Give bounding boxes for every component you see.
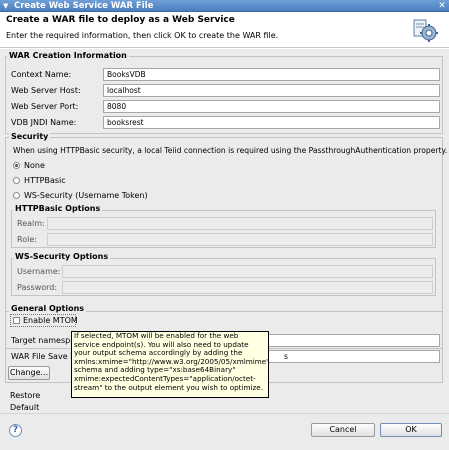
help-icon[interactable]: ?	[9, 424, 22, 437]
window-title: Create Web Service WAR File	[14, 1, 154, 11]
role-label: Role:	[17, 235, 37, 244]
enable-mtom-checkbox[interactable]	[13, 317, 20, 324]
restore-default-button[interactable]: Restore Default	[8, 390, 70, 412]
cancel-button[interactable]: Cancel	[311, 423, 375, 437]
password-field[interactable]	[62, 281, 433, 294]
security-httpbasic-label: HTTPBasic	[24, 176, 66, 185]
window-menu-icon[interactable]: ▼	[3, 0, 8, 12]
ok-button[interactable]: OK	[380, 423, 442, 437]
vdb-jndi-name-field[interactable]: booksrest	[103, 116, 440, 129]
web-server-port-label: Web Server Port:	[11, 102, 79, 111]
context-name-field[interactable]: BooksVDB	[103, 68, 440, 81]
security-none-radio[interactable]	[13, 162, 20, 169]
enable-mtom-label: Enable MTOM	[23, 316, 78, 325]
role-field[interactable]	[47, 233, 433, 246]
window-title-bar: ▼ Create Web Service WAR File ✕	[0, 0, 449, 12]
target-namespace-label: Target namespac	[11, 336, 80, 345]
httpbasic-options-label: HTTPBasic Options	[13, 204, 103, 214]
dialog-footer: ? Cancel OK	[0, 413, 449, 450]
war-save-location-label: WAR File Save L	[11, 352, 75, 361]
war-creation-label: WAR Creation Information	[7, 51, 129, 61]
security-label: Security	[9, 132, 51, 142]
banner-heading: Create a WAR file to deploy as a Web Ser…	[6, 15, 235, 25]
security-none-label: None	[24, 161, 45, 170]
general-options-label: General Options	[9, 304, 87, 314]
web-server-port-field[interactable]: 8080	[103, 100, 440, 113]
change-button[interactable]: Change...	[8, 366, 50, 380]
security-httpbasic-radio[interactable]	[13, 177, 20, 184]
security-wssecurity-radio[interactable]	[13, 192, 20, 199]
banner-description: Enter the required information, then cli…	[6, 31, 279, 40]
username-field[interactable]	[62, 265, 433, 278]
password-label: Password:	[17, 283, 58, 292]
dialog-banner: Create a WAR file to deploy as a Web Ser…	[0, 12, 449, 48]
realm-label: Realm:	[17, 219, 45, 228]
wssecurity-options-label: WS-Security Options	[13, 252, 111, 262]
web-server-host-label: Web Server Host:	[11, 86, 81, 95]
war-file-gear-icon	[413, 19, 438, 42]
vdb-jndi-name-label: VDB JNDI Name:	[11, 118, 77, 127]
security-wssecurity-label: WS-Security (Username Token)	[24, 191, 148, 200]
context-name-label: Context Name:	[11, 70, 72, 79]
realm-field[interactable]	[47, 217, 433, 230]
security-description: When using HTTPBasic security, a local T…	[13, 146, 448, 155]
mtom-tooltip: If selected, MTOM will be enabled for th…	[71, 331, 269, 398]
tooltip-line: stream" to the output element you wish t…	[74, 382, 263, 392]
username-label: Username:	[17, 267, 61, 276]
web-server-host-field[interactable]: localhost	[103, 84, 440, 97]
close-icon[interactable]: ✕	[437, 1, 447, 11]
